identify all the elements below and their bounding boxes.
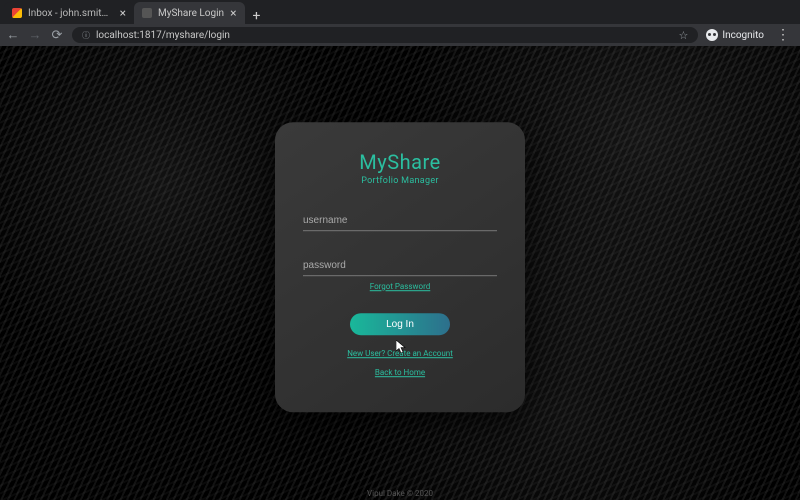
browser-tab-strip: Inbox - john.smith84525@gm… × MyShare Lo… xyxy=(0,0,800,24)
browser-toolbar: ← → ⟳ ⓘ localhost:1817/myshare/login ☆ I… xyxy=(0,24,800,46)
browser-menu-button[interactable]: ⋮ xyxy=(772,27,794,43)
username-input[interactable] xyxy=(303,211,497,231)
username-field-wrapper xyxy=(303,208,497,231)
site-info-icon[interactable]: ⓘ xyxy=(82,30,90,41)
forgot-password-link[interactable]: Forgot Password xyxy=(370,282,431,291)
url-text: localhost:1817/myshare/login xyxy=(96,30,672,41)
close-icon[interactable]: × xyxy=(230,7,236,19)
reload-button[interactable]: ⟳ xyxy=(50,29,64,42)
browser-tab-inbox[interactable]: Inbox - john.smith84525@gm… × xyxy=(4,2,134,24)
address-bar[interactable]: ⓘ localhost:1817/myshare/login ☆ xyxy=(72,27,698,43)
new-tab-button[interactable]: + xyxy=(245,8,269,24)
copyright-text: Vipul Dake © 2020 xyxy=(367,489,433,498)
page-icon xyxy=(142,8,152,18)
incognito-label: Incognito xyxy=(722,30,764,41)
tab-title: MyShare Login xyxy=(158,8,224,19)
back-button[interactable]: ← xyxy=(6,29,20,42)
incognito-icon xyxy=(706,29,718,41)
browser-tab-myshare[interactable]: MyShare Login × xyxy=(134,2,245,24)
login-button[interactable]: Log In xyxy=(350,313,450,335)
page-viewport: MyShare Portfolio Manager Forgot Passwor… xyxy=(0,46,800,500)
close-icon[interactable]: × xyxy=(120,7,126,19)
tab-title: Inbox - john.smith84525@gm… xyxy=(28,8,114,19)
forward-button: → xyxy=(28,29,42,42)
brand-title: MyShare xyxy=(359,150,440,174)
create-account-link[interactable]: New User? Create an Account xyxy=(347,349,453,358)
login-card: MyShare Portfolio Manager Forgot Passwor… xyxy=(275,122,525,412)
incognito-chip[interactable]: Incognito xyxy=(706,29,764,41)
password-input[interactable] xyxy=(303,256,497,276)
back-to-home-link[interactable]: Back to Home xyxy=(375,368,425,377)
brand-subtitle: Portfolio Manager xyxy=(361,176,439,186)
password-field-wrapper xyxy=(303,253,497,276)
gmail-icon xyxy=(12,8,22,18)
bookmark-icon[interactable]: ☆ xyxy=(678,29,688,42)
